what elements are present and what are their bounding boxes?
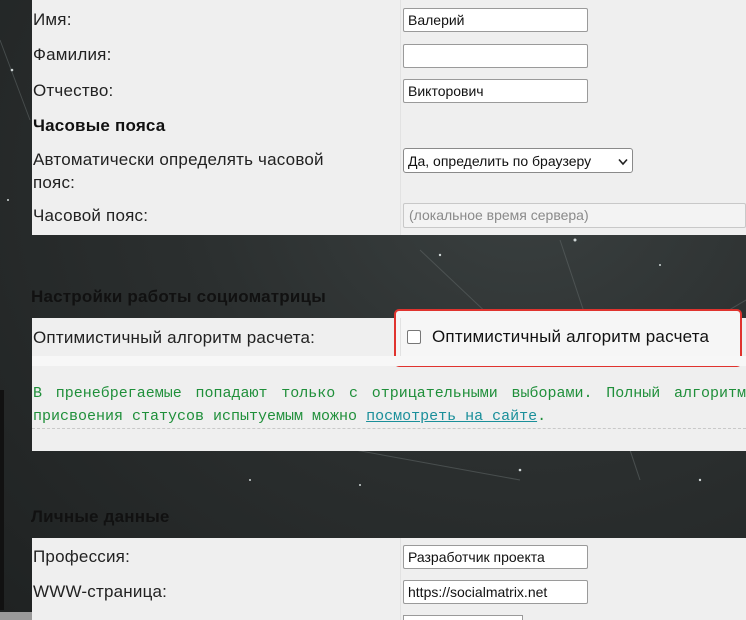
timezone-placeholder: (локальное время сервера) (409, 207, 589, 223)
column-divider (400, 0, 401, 235)
timezone-input: (локальное время сервера) (403, 203, 746, 228)
note-link[interactable]: посмотреть на сайте (366, 408, 537, 425)
note-dashed-border (32, 428, 746, 429)
name-label: Имя: (33, 10, 72, 29)
patronymic-field[interactable] (403, 79, 588, 103)
www-label: WWW-страница: (33, 582, 168, 601)
auto-timezone-label: Автоматически определять часовой пояс: (33, 150, 324, 192)
row-name: Имя: (32, 8, 746, 31)
sociomatrix-note: В пренебрегаемые попадают только с отриц… (32, 372, 746, 428)
surname-field[interactable] (403, 44, 588, 68)
profession-label: Профессия: (33, 547, 130, 566)
row-surname: Фамилия: (32, 43, 746, 66)
row-auto-timezone: Автоматически определять часовой пояс: (32, 148, 746, 194)
next-field-edge (403, 615, 523, 620)
surname-label: Фамилия: (33, 45, 112, 64)
chevron-down-icon (618, 153, 628, 169)
sociomatrix-heading: Настройки работы социоматрицы (31, 287, 326, 306)
patronymic-label: Отчество: (33, 81, 114, 100)
timezone-label: Часовой пояс: (33, 206, 149, 225)
column-divider-3 (400, 538, 401, 620)
row-profession: Профессия: (32, 545, 746, 568)
optimistic-checkbox-label[interactable]: Оптимистичный алгоритм расчета (432, 327, 709, 347)
timezones-heading: Часовые пояса (33, 116, 166, 135)
profession-field[interactable] (403, 545, 588, 569)
row-divider (32, 356, 746, 366)
auto-timezone-select[interactable]: Да, определить по браузеру (403, 148, 633, 173)
www-field[interactable] (403, 580, 588, 604)
note-end: . (537, 408, 547, 425)
name-field[interactable] (403, 8, 588, 32)
optimistic-label: Оптимистичный алгоритм расчета: (33, 328, 316, 347)
auto-timezone-selected: Да, определить по браузеру (408, 152, 592, 169)
row-patronymic: Отчество: (32, 79, 746, 102)
row-www: WWW-страница: (32, 580, 746, 603)
personal-heading: Личные данные (31, 507, 170, 526)
column-divider-2 (400, 318, 401, 356)
optimistic-checkbox[interactable] (407, 330, 421, 344)
optimistic-checkbox-wrapper[interactable]: Оптимистичный алгоритм расчета (407, 327, 709, 347)
